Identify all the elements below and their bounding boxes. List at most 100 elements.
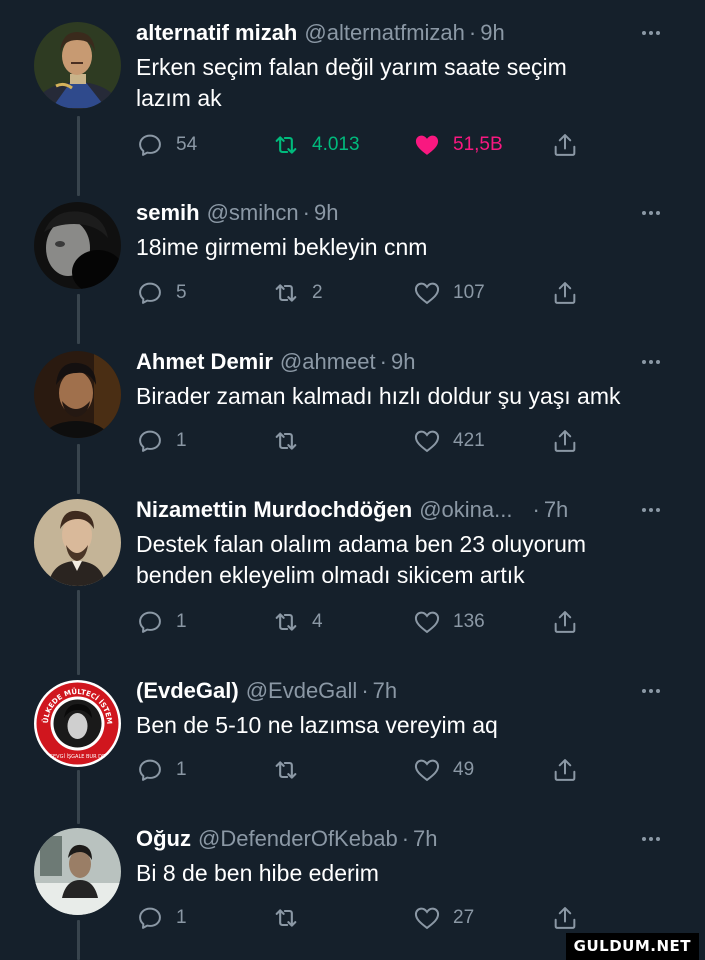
share-button[interactable] bbox=[551, 425, 591, 457]
reply-icon bbox=[139, 430, 161, 452]
tweet-header: (EvdeGal) @EvdeGall · 7h bbox=[136, 676, 665, 706]
reply-button[interactable]: 1 bbox=[136, 754, 187, 786]
like-button[interactable]: 136 bbox=[413, 606, 485, 638]
like-count: 107 bbox=[453, 282, 485, 303]
user-handle[interactable]: @okina... bbox=[419, 497, 512, 523]
conversation-thread: alternatif mizah @alternatfmizah · 9h Er… bbox=[0, 0, 705, 960]
reply-count: 5 bbox=[176, 282, 187, 303]
reply-button[interactable]: 5 bbox=[136, 277, 187, 309]
more-options-icon[interactable] bbox=[637, 824, 665, 854]
like-count: 136 bbox=[453, 611, 485, 632]
reply-button[interactable]: 1 bbox=[136, 425, 187, 457]
tweet-text: Erken seçim falan değil yarım saate seçi… bbox=[136, 54, 567, 111]
reply-icon bbox=[139, 907, 161, 929]
share-icon bbox=[554, 759, 576, 781]
more-options-icon[interactable] bbox=[637, 495, 665, 525]
separator-dot: · bbox=[532, 497, 540, 522]
display-name[interactable]: alternatif mizah bbox=[136, 20, 297, 46]
man-indoor-avatar[interactable] bbox=[34, 828, 121, 915]
reply-count: 1 bbox=[176, 759, 187, 780]
reply-count: 54 bbox=[176, 134, 198, 155]
heart-icon bbox=[414, 611, 440, 634]
retweet-button[interactable] bbox=[272, 902, 312, 934]
separator-dot: · bbox=[401, 826, 410, 851]
chekhov-portrait-avatar[interactable] bbox=[34, 499, 121, 586]
dark-selfie-avatar[interactable] bbox=[34, 202, 121, 289]
display-name[interactable]: (EvdeGal) bbox=[136, 678, 239, 704]
user-handle[interactable]: @EvdeGall bbox=[246, 678, 358, 704]
more-options-icon[interactable] bbox=[637, 347, 665, 377]
share-button[interactable] bbox=[551, 129, 591, 161]
user-handle[interactable]: @alternatfmizah bbox=[304, 20, 465, 46]
reply-button[interactable]: 1 bbox=[136, 902, 187, 934]
reply-button[interactable]: 54 bbox=[136, 129, 197, 161]
more-options-icon[interactable] bbox=[637, 676, 665, 706]
share-button[interactable] bbox=[551, 754, 591, 786]
retweet-button[interactable]: 2 bbox=[272, 277, 323, 309]
like-button[interactable]: 27 bbox=[413, 902, 474, 934]
user-handle[interactable]: @smihcn bbox=[207, 200, 299, 226]
man-portrait-avatar[interactable] bbox=[34, 351, 121, 438]
like-button[interactable]: 421 bbox=[413, 425, 485, 457]
reply-button[interactable]: 1 bbox=[136, 606, 187, 638]
share-icon bbox=[554, 282, 576, 304]
reply-count: 1 bbox=[176, 430, 187, 451]
thread-line bbox=[77, 116, 80, 196]
timestamp[interactable]: 9h bbox=[391, 349, 415, 375]
reply-icon bbox=[139, 759, 161, 781]
thread-line bbox=[77, 590, 80, 675]
retweet-icon bbox=[275, 284, 297, 302]
retweet-icon bbox=[275, 432, 297, 450]
display-name[interactable]: Nizamettin Murdochdöğen bbox=[136, 497, 412, 523]
painting-portrait-avatar[interactable] bbox=[34, 22, 121, 109]
tweet-header: Oğuz @DefenderOfKebab · 7h bbox=[136, 824, 665, 854]
timestamp[interactable]: 7h bbox=[373, 678, 397, 704]
display-name[interactable]: Ahmet Demir bbox=[136, 349, 273, 375]
tweet-actions: 1 421 bbox=[136, 425, 586, 457]
reply-icon bbox=[139, 611, 161, 633]
retweet-button[interactable] bbox=[272, 754, 312, 786]
display-name[interactable]: semih bbox=[136, 200, 200, 226]
red-badge-avatar[interactable]: ÜLKEDE MÜLTECİ İSTEMİYORUM SEVGİ İŞGALE … bbox=[34, 680, 121, 767]
reply-icon bbox=[139, 282, 161, 304]
timestamp[interactable]: 9h bbox=[480, 20, 504, 46]
retweet-button[interactable]: 4.013 bbox=[272, 129, 360, 161]
share-button[interactable] bbox=[551, 902, 591, 934]
share-icon bbox=[554, 611, 576, 633]
thread-line bbox=[77, 444, 80, 494]
heart-icon bbox=[414, 759, 440, 782]
reply-count: 1 bbox=[176, 907, 187, 928]
share-button[interactable] bbox=[551, 277, 591, 309]
display-name[interactable]: Oğuz bbox=[136, 826, 191, 852]
reply-icon bbox=[139, 134, 161, 156]
retweet-icon bbox=[275, 613, 297, 631]
tweet-text: Destek falan olalım adama ben 23 oluyoru… bbox=[136, 531, 587, 588]
tweet-text: 18ime girmemi bekleyin cnm bbox=[136, 234, 428, 260]
like-button[interactable]: 51,5B bbox=[413, 129, 503, 161]
like-count: 49 bbox=[453, 759, 475, 780]
tweet-actions: 54 4.013 51,5B bbox=[136, 129, 586, 161]
timestamp[interactable]: 7h bbox=[413, 826, 437, 852]
heart-icon bbox=[414, 430, 440, 453]
retweet-icon bbox=[275, 909, 297, 927]
tweet-text: Bi 8 de ben hibe ederim bbox=[136, 860, 379, 886]
share-icon bbox=[554, 430, 576, 452]
separator-dot: · bbox=[361, 678, 369, 703]
user-handle[interactable]: @DefenderOfKebab bbox=[198, 826, 398, 852]
heart-icon bbox=[414, 282, 440, 305]
tweet-text: Ben de 5-10 ne lazımsa vereyim aq bbox=[136, 712, 498, 738]
retweet-button[interactable] bbox=[272, 425, 312, 457]
timestamp[interactable]: 9h bbox=[314, 200, 338, 226]
site-watermark: GULDUM.NET bbox=[565, 933, 699, 960]
more-options-icon[interactable] bbox=[637, 18, 665, 48]
retweet-button[interactable]: 4 bbox=[272, 606, 323, 638]
share-button[interactable] bbox=[551, 606, 591, 638]
timestamp[interactable]: 7h bbox=[544, 497, 568, 523]
more-options-icon[interactable] bbox=[637, 198, 665, 228]
like-button[interactable]: 107 bbox=[413, 277, 485, 309]
user-handle[interactable]: @ahmeet bbox=[280, 349, 376, 375]
like-button[interactable]: 49 bbox=[413, 754, 474, 786]
heart-icon bbox=[414, 907, 440, 930]
tweet-header: Nizamettin Murdochdöğen @okina... · 7h bbox=[136, 495, 665, 525]
tweet-actions: 1 49 bbox=[136, 754, 586, 786]
